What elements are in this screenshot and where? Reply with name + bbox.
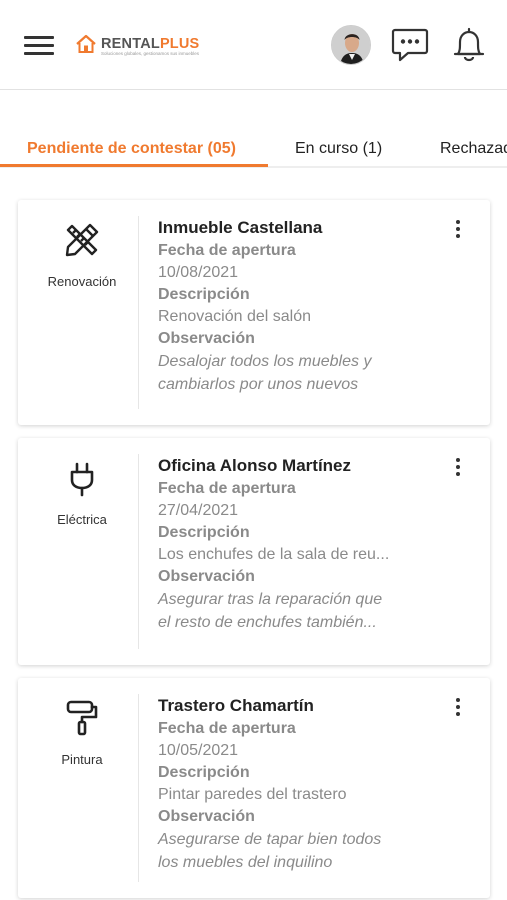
card-category: Eléctrica bbox=[18, 438, 138, 665]
card-category: Renovación bbox=[18, 200, 138, 425]
description-value: Renovación del salón bbox=[158, 308, 311, 325]
logo-tagline: Soluciones globales, gestionamos sus inm… bbox=[101, 51, 200, 56]
tab-pending[interactable]: Pendiente de contestar (05) bbox=[27, 140, 236, 158]
property-title: Trastero Chamartín bbox=[158, 696, 314, 715]
request-card[interactable]: Pintura Trastero Chamartín Fecha de aper… bbox=[18, 678, 490, 898]
house-logo-icon bbox=[76, 34, 96, 53]
category-label: Eléctrica bbox=[57, 512, 107, 527]
card-divider bbox=[138, 454, 139, 649]
paint-roller-icon bbox=[66, 700, 98, 736]
tab-in-progress[interactable]: En curso (1) bbox=[295, 140, 382, 158]
rentalplus-logo[interactable]: RENTALPLUS Soluciones globales, gestiona… bbox=[75, 33, 200, 56]
more-options-icon[interactable] bbox=[452, 220, 464, 244]
logo-text: RENTALPLUS bbox=[101, 36, 200, 52]
description-label: Descripción bbox=[158, 286, 250, 303]
date-label: Fecha de apertura bbox=[158, 242, 296, 259]
card-body: Inmueble Castellana Fecha de apertura 10… bbox=[158, 216, 460, 396]
tab-rejected[interactable]: Rechazad bbox=[440, 140, 507, 158]
pencil-ruler-icon bbox=[65, 223, 99, 257]
category-label: Pintura bbox=[61, 752, 103, 767]
observation-value: Desalojar todos los muebles y cambiarlos… bbox=[158, 353, 372, 393]
active-tab-indicator bbox=[0, 164, 268, 167]
chat-icon[interactable] bbox=[391, 27, 429, 63]
property-title: Inmueble Castellana bbox=[158, 218, 323, 237]
plug-icon bbox=[70, 462, 94, 497]
date-label: Fecha de apertura bbox=[158, 480, 296, 497]
description-label: Descripción bbox=[158, 524, 250, 541]
tab-bar: Pendiente de contestar (05) En curso (1)… bbox=[0, 130, 507, 168]
card-body: Oficina Alonso Martínez Fecha de apertur… bbox=[158, 454, 460, 634]
user-avatar-photo bbox=[332, 26, 370, 64]
date-value: 10/08/2021 bbox=[158, 264, 239, 281]
app-header: RENTALPLUS Soluciones globales, gestiona… bbox=[0, 0, 507, 90]
avatar[interactable] bbox=[331, 25, 371, 65]
category-label: Renovación bbox=[47, 274, 117, 289]
request-card[interactable]: Eléctrica Oficina Alonso Martínez Fecha … bbox=[18, 438, 490, 665]
description-value: Pintar paredes del trastero bbox=[158, 786, 347, 803]
property-title: Oficina Alonso Martínez bbox=[158, 456, 352, 475]
description-label: Descripción bbox=[158, 764, 250, 781]
date-value: 10/05/2021 bbox=[158, 742, 239, 759]
bell-icon[interactable] bbox=[452, 26, 486, 64]
observation-label: Observación bbox=[158, 568, 255, 585]
card-divider bbox=[138, 216, 139, 409]
card-category: Pintura bbox=[18, 678, 138, 898]
card-divider bbox=[138, 694, 139, 882]
observation-label: Observación bbox=[158, 330, 255, 347]
request-card[interactable]: Renovación Inmueble Castellana Fecha de … bbox=[18, 200, 490, 425]
date-value: 27/04/2021 bbox=[158, 502, 239, 519]
observation-value: Asegurarse de tapar bien todos los muebl… bbox=[158, 831, 382, 871]
description-value: Los enchufes de la sala de reu... bbox=[158, 546, 390, 563]
card-body: Trastero Chamartín Fecha de apertura 10/… bbox=[158, 694, 460, 874]
observation-value: Asegurar tras la reparación que el resto… bbox=[158, 591, 383, 631]
date-label: Fecha de apertura bbox=[158, 720, 296, 737]
observation-label: Observación bbox=[158, 808, 255, 825]
menu-icon[interactable] bbox=[24, 36, 54, 56]
more-options-icon[interactable] bbox=[452, 458, 464, 482]
more-options-icon[interactable] bbox=[452, 698, 464, 722]
